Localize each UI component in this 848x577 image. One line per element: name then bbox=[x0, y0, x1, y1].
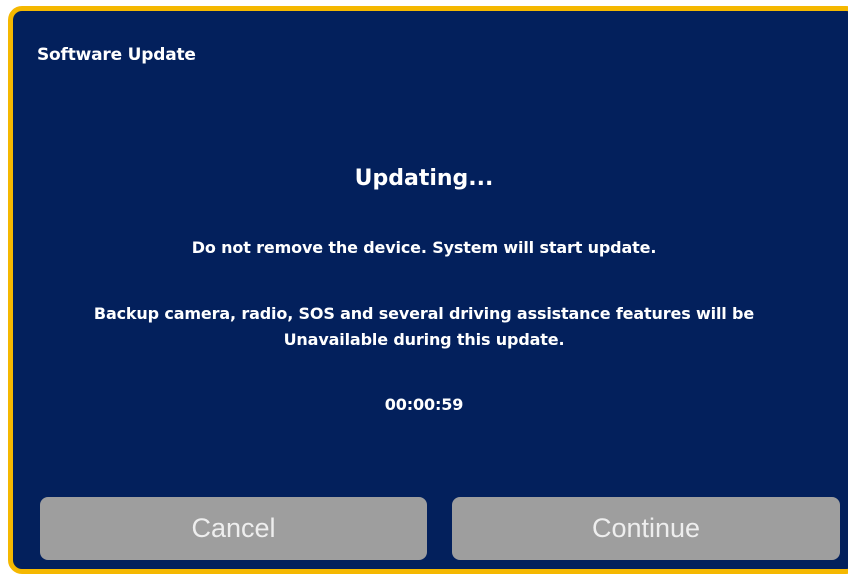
unavailable-features-line-2: Unavailable during this update. bbox=[283, 330, 565, 349]
continue-button[interactable]: Continue bbox=[452, 497, 840, 560]
updating-heading: Updating... bbox=[354, 166, 494, 191]
unavailable-features-message: Backup camera, radio, SOS and several dr… bbox=[0, 301, 848, 353]
dialog-title: Software Update bbox=[37, 45, 196, 65]
warning-message: Do not remove the device. System will st… bbox=[191, 238, 657, 257]
countdown-timer: 00:00:59 bbox=[384, 395, 464, 414]
unavailable-features-line-1: Backup camera, radio, SOS and several dr… bbox=[93, 304, 755, 323]
software-update-dialog bbox=[8, 6, 848, 574]
cancel-button[interactable]: Cancel bbox=[40, 497, 427, 560]
